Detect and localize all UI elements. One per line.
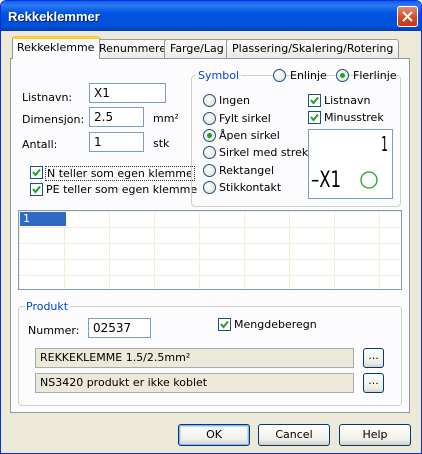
dimensjon-unit: mm² xyxy=(153,112,179,125)
flerlinje-radio[interactable] xyxy=(336,69,349,82)
symbol-preview: 1 –X1 xyxy=(308,129,393,199)
show-minusstrek-label: Minusstrek xyxy=(324,111,384,124)
help-button[interactable]: Help xyxy=(339,424,411,446)
pe-teller-label: PE teller som egen klemme xyxy=(46,183,198,196)
nummer-input[interactable]: 02537 xyxy=(88,318,151,338)
checkmark-icon xyxy=(32,185,41,194)
close-button[interactable] xyxy=(397,6,418,27)
preview-terminal-number: 1 xyxy=(381,132,388,156)
window-title: Rekkeklemmer xyxy=(8,9,100,24)
produkt-group-title: Produkt xyxy=(24,300,71,313)
open-circle-icon xyxy=(360,171,378,189)
listnavn-input[interactable]: X1 xyxy=(89,83,166,103)
rektangel-radio[interactable] xyxy=(203,164,216,177)
show-minusstrek-checkbox[interactable] xyxy=(308,111,321,124)
stikkontakt-label: Stikkontakt xyxy=(219,181,282,194)
pe-teller-checkbox[interactable] xyxy=(30,183,43,196)
checkmark-icon xyxy=(310,113,319,122)
radio-selected-dot xyxy=(207,133,212,138)
checkmark-icon xyxy=(32,168,41,177)
enlinje-radio[interactable] xyxy=(273,69,286,82)
dimensjon-label: Dimensjon: xyxy=(22,113,85,126)
tab-farge-lag[interactable]: Farge/Lag xyxy=(164,39,230,58)
rektangel-label: Rektangel xyxy=(219,164,275,177)
radio-selected-dot xyxy=(340,73,345,78)
show-listnavn-checkbox[interactable] xyxy=(308,94,321,107)
symbol-group-title: Symbol xyxy=(196,69,241,82)
apen-sirkel-label: Åpen sirkel xyxy=(219,129,280,142)
tab-rekkeklemme[interactable]: Rekkeklemme xyxy=(12,36,101,59)
flerlinje-label: Flerlinje xyxy=(353,69,397,82)
sirkel-med-strek-radio[interactable] xyxy=(203,146,216,159)
dialog-window: Rekkeklemmer Rekkeklemme Renummerer Farg… xyxy=(0,0,422,454)
n-teller-label[interactable]: N teller som egen klemme xyxy=(45,166,195,181)
tab-plassering[interactable]: Plassering/Skalering/Rotering xyxy=(226,39,400,58)
enlinje-label: Enlinje xyxy=(290,69,327,82)
preview-listnavn: –X1 xyxy=(311,168,342,193)
ns3420-browse-button[interactable]: ... xyxy=(363,373,384,393)
listnavn-label: Listnavn: xyxy=(22,91,73,104)
ingen-radio[interactable] xyxy=(203,94,216,107)
show-listnavn-label: Listnavn xyxy=(324,94,371,107)
title-bar[interactable]: Rekkeklemmer xyxy=(1,1,421,31)
fylt-sirkel-label: Fylt sirkel xyxy=(219,112,271,125)
product-description-field: REKKEKLEMME 1.5/2.5mm² xyxy=(35,348,354,368)
n-teller-checkbox[interactable] xyxy=(30,166,43,179)
antall-label: Antall: xyxy=(22,138,58,151)
checkmark-icon xyxy=(310,96,319,105)
dimensjon-input[interactable]: 2.5 xyxy=(89,107,144,127)
cancel-button[interactable]: Cancel xyxy=(258,424,330,446)
antall-input[interactable]: 1 xyxy=(89,132,144,152)
close-icon xyxy=(402,11,413,22)
ok-button[interactable]: OK xyxy=(178,424,250,446)
apen-sirkel-radio[interactable] xyxy=(203,129,216,142)
terminal-list[interactable]: 1 xyxy=(18,210,402,290)
tab-panel: Listnavn: X1 Dimensjon: 2.5 mm² Antall: … xyxy=(10,58,410,413)
ns3420-field: NS3420 produkt er ikke koblet xyxy=(35,373,354,393)
product-browse-button[interactable]: ... xyxy=(363,348,384,368)
nummer-label: Nummer: xyxy=(28,324,80,337)
ingen-label: Ingen xyxy=(219,94,250,107)
fylt-sirkel-radio[interactable] xyxy=(203,112,216,125)
list-item[interactable]: 1 xyxy=(20,212,66,226)
mengdeberegn-label: Mengdeberegn xyxy=(234,318,317,331)
checkmark-icon xyxy=(220,320,229,329)
stikkontakt-radio[interactable] xyxy=(203,181,216,194)
antall-unit: stk xyxy=(153,137,170,150)
sirkel-med-strek-label: Sirkel med strek xyxy=(219,146,309,159)
mengdeberegn-checkbox[interactable] xyxy=(218,318,231,331)
